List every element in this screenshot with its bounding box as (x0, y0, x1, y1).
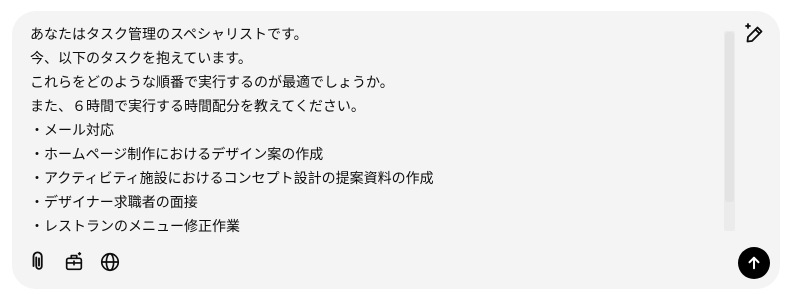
attach-button[interactable] (26, 249, 52, 275)
prompt-composer: あなたはタスク管理のスペシャリストです。 今、以下のタスクを抱えています。 これ… (12, 11, 780, 289)
prompt-line: また、６時間で実行する時間配分を教えてください。 (30, 99, 365, 115)
web-search-button[interactable] (97, 249, 123, 275)
prompt-textarea[interactable]: あなたはタスク管理のスペシャリストです。 今、以下のタスクを抱えています。 これ… (30, 23, 720, 243)
tools-button[interactable] (61, 249, 87, 275)
globe-icon (100, 252, 120, 272)
prompt-line: これらをどのような順番で実行するのが最適でしょうか。 (30, 75, 394, 91)
prompt-line: ・メール対応 (30, 123, 114, 139)
pen-sparkle-icon (745, 23, 763, 43)
prompt-line: ・デザイナー求職者の面接 (30, 195, 198, 211)
toolbox-icon (65, 252, 83, 271)
edit-prompt-button[interactable] (740, 19, 768, 47)
arrow-up-icon (748, 256, 760, 270)
scrollbar-thumb[interactable] (725, 32, 734, 202)
prompt-line: ・ホームページ制作におけるデザイン案の作成 (30, 147, 324, 163)
prompt-line: ・レストランのメニュー修正作業 (30, 219, 240, 235)
paperclip-icon (32, 251, 43, 270)
textarea-scrollbar[interactable] (724, 31, 735, 231)
prompt-line: ・アクティビティ施設におけるコンセプト設計の提案資料の作成 (30, 171, 434, 187)
send-button[interactable] (738, 247, 770, 279)
prompt-line: 今、以下のタスクを抱えています。 (30, 51, 252, 67)
prompt-line: あなたはタスク管理のスペシャリストです。 (30, 27, 308, 43)
